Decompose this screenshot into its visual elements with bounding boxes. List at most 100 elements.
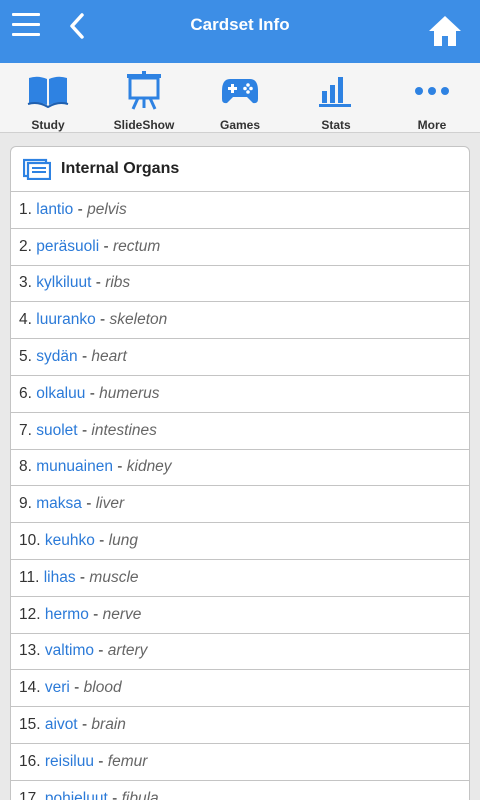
item-separator: - bbox=[98, 642, 104, 660]
open-book-icon bbox=[0, 71, 96, 111]
item-number: 2. bbox=[19, 237, 32, 255]
list-item[interactable]: 15. aivot - brain bbox=[11, 707, 469, 744]
item-term[interactable]: munuainen bbox=[36, 458, 113, 476]
item-definition: intestines bbox=[91, 421, 157, 439]
item-definition: humerus bbox=[99, 384, 160, 402]
item-definition: skeleton bbox=[109, 311, 168, 329]
item-number: 7. bbox=[19, 421, 32, 439]
item-term[interactable]: pohjeluut bbox=[45, 790, 108, 800]
item-definition: ribs bbox=[105, 274, 131, 292]
item-term[interactable]: reisiluu bbox=[45, 753, 94, 771]
item-separator: - bbox=[100, 311, 106, 329]
item-separator: - bbox=[117, 458, 123, 476]
item-definition: fibula bbox=[121, 789, 159, 800]
more-button[interactable]: More bbox=[384, 63, 480, 132]
item-term[interactable]: aivot bbox=[45, 716, 78, 734]
slideshow-label: SlideShow bbox=[113, 118, 175, 132]
item-number: 3. bbox=[19, 274, 32, 292]
term-list: 1. lantio - pelvis 2. peräsuoli - rectum 3… bbox=[11, 192, 469, 800]
item-definition: pelvis bbox=[87, 200, 127, 218]
presentation-easel-icon bbox=[96, 71, 192, 111]
item-definition: blood bbox=[83, 679, 122, 697]
item-number: 8. bbox=[19, 458, 32, 476]
stats-button[interactable]: Stats bbox=[288, 63, 384, 132]
top-app-bar: Cardset Info bbox=[0, 0, 480, 63]
item-term[interactable]: keuhko bbox=[45, 532, 95, 550]
item-term[interactable]: maksa bbox=[36, 495, 82, 513]
list-item[interactable]: 8. munuainen - kidney bbox=[11, 450, 469, 487]
study-label: Study bbox=[31, 118, 65, 132]
item-separator: - bbox=[81, 348, 88, 366]
item-definition: artery bbox=[107, 642, 148, 660]
item-separator: - bbox=[103, 237, 109, 255]
item-number: 9. bbox=[19, 495, 32, 513]
item-separator: - bbox=[93, 605, 99, 623]
gamepad-icon bbox=[192, 71, 288, 111]
more-label: More bbox=[417, 118, 447, 132]
stats-label: Stats bbox=[321, 118, 351, 132]
item-number: 14. bbox=[19, 679, 41, 697]
list-item[interactable]: 5. sydän - heart bbox=[11, 339, 469, 376]
games-button[interactable]: Games bbox=[192, 63, 288, 132]
item-number: 15. bbox=[19, 716, 41, 734]
list-item[interactable]: 9. maksa - liver bbox=[11, 486, 469, 524]
item-term[interactable]: olkaluu bbox=[36, 385, 85, 403]
item-definition: femur bbox=[107, 752, 148, 770]
item-number: 17. bbox=[19, 789, 41, 800]
list-item[interactable]: 16. reisiluu - femur bbox=[11, 744, 469, 781]
item-term[interactable]: luuranko bbox=[36, 311, 95, 329]
page-title: Cardset Info bbox=[190, 15, 290, 34]
item-term[interactable]: suolet bbox=[36, 422, 77, 440]
item-term[interactable]: kylkiluut bbox=[36, 274, 91, 292]
item-term[interactable]: valtimo bbox=[45, 642, 94, 660]
item-separator: - bbox=[79, 568, 86, 586]
item-number: 1. bbox=[19, 200, 32, 218]
item-number: 11. bbox=[19, 568, 40, 586]
item-number: 6. bbox=[19, 384, 32, 402]
list-item[interactable]: 4. luuranko - skeleton bbox=[11, 302, 469, 340]
item-term[interactable]: lantio bbox=[36, 201, 73, 219]
cards-icon bbox=[22, 158, 52, 185]
item-definition: nerve bbox=[102, 605, 142, 623]
list-item[interactable]: 1. lantio - pelvis bbox=[11, 192, 469, 229]
item-term[interactable]: lihas bbox=[44, 569, 76, 587]
bar-chart-icon bbox=[288, 71, 384, 111]
list-item[interactable]: 14. veri - blood bbox=[11, 670, 469, 708]
item-separator: - bbox=[89, 384, 95, 402]
item-number: 4. bbox=[19, 311, 32, 329]
item-separator: - bbox=[74, 679, 80, 697]
study-button[interactable]: Study bbox=[0, 63, 96, 132]
list-item[interactable]: 17. pohjeluut - fibula bbox=[11, 781, 469, 800]
list-item[interactable]: 6. olkaluu - humerus bbox=[11, 376, 469, 413]
more-dots-icon bbox=[384, 71, 480, 111]
list-item[interactable]: 12. hermo - nerve bbox=[11, 597, 469, 634]
cardset-panel: Internal Organs 1. lantio - pelvis 2. per… bbox=[10, 146, 470, 800]
list-item[interactable]: 3. kylkiluut - ribs bbox=[11, 266, 469, 303]
item-separator: - bbox=[99, 532, 105, 550]
item-separator: - bbox=[81, 421, 88, 439]
action-toolbar: Study SlideShow Games Stats More bbox=[0, 63, 480, 133]
item-separator: - bbox=[98, 752, 104, 770]
item-separator: - bbox=[81, 716, 88, 734]
item-term[interactable]: sydän bbox=[36, 348, 77, 366]
list-item[interactable]: 2. peräsuoli - rectum bbox=[11, 229, 469, 266]
item-term[interactable]: veri bbox=[45, 679, 70, 697]
item-separator: - bbox=[77, 200, 83, 218]
cardset-header: Internal Organs bbox=[11, 147, 469, 192]
item-term[interactable]: peräsuoli bbox=[36, 238, 99, 256]
item-number: 16. bbox=[19, 752, 41, 770]
item-definition: kidney bbox=[126, 458, 172, 476]
item-separator: - bbox=[86, 495, 92, 513]
games-label: Games bbox=[219, 118, 261, 132]
list-item[interactable]: 7. suolet - intestines bbox=[11, 413, 469, 450]
item-definition: rectum bbox=[112, 237, 161, 255]
home-icon[interactable] bbox=[428, 14, 462, 48]
slideshow-button[interactable]: SlideShow bbox=[96, 63, 192, 132]
list-item[interactable]: 13. valtimo - artery bbox=[11, 634, 469, 671]
list-item[interactable]: 10. keuhko - lung bbox=[11, 523, 469, 560]
item-separator: - bbox=[95, 274, 101, 292]
cardset-title: Internal Organs bbox=[61, 160, 180, 177]
item-number: 13. bbox=[19, 642, 41, 660]
list-item[interactable]: 11. lihas - muscle bbox=[11, 560, 469, 597]
item-term[interactable]: hermo bbox=[45, 606, 89, 624]
